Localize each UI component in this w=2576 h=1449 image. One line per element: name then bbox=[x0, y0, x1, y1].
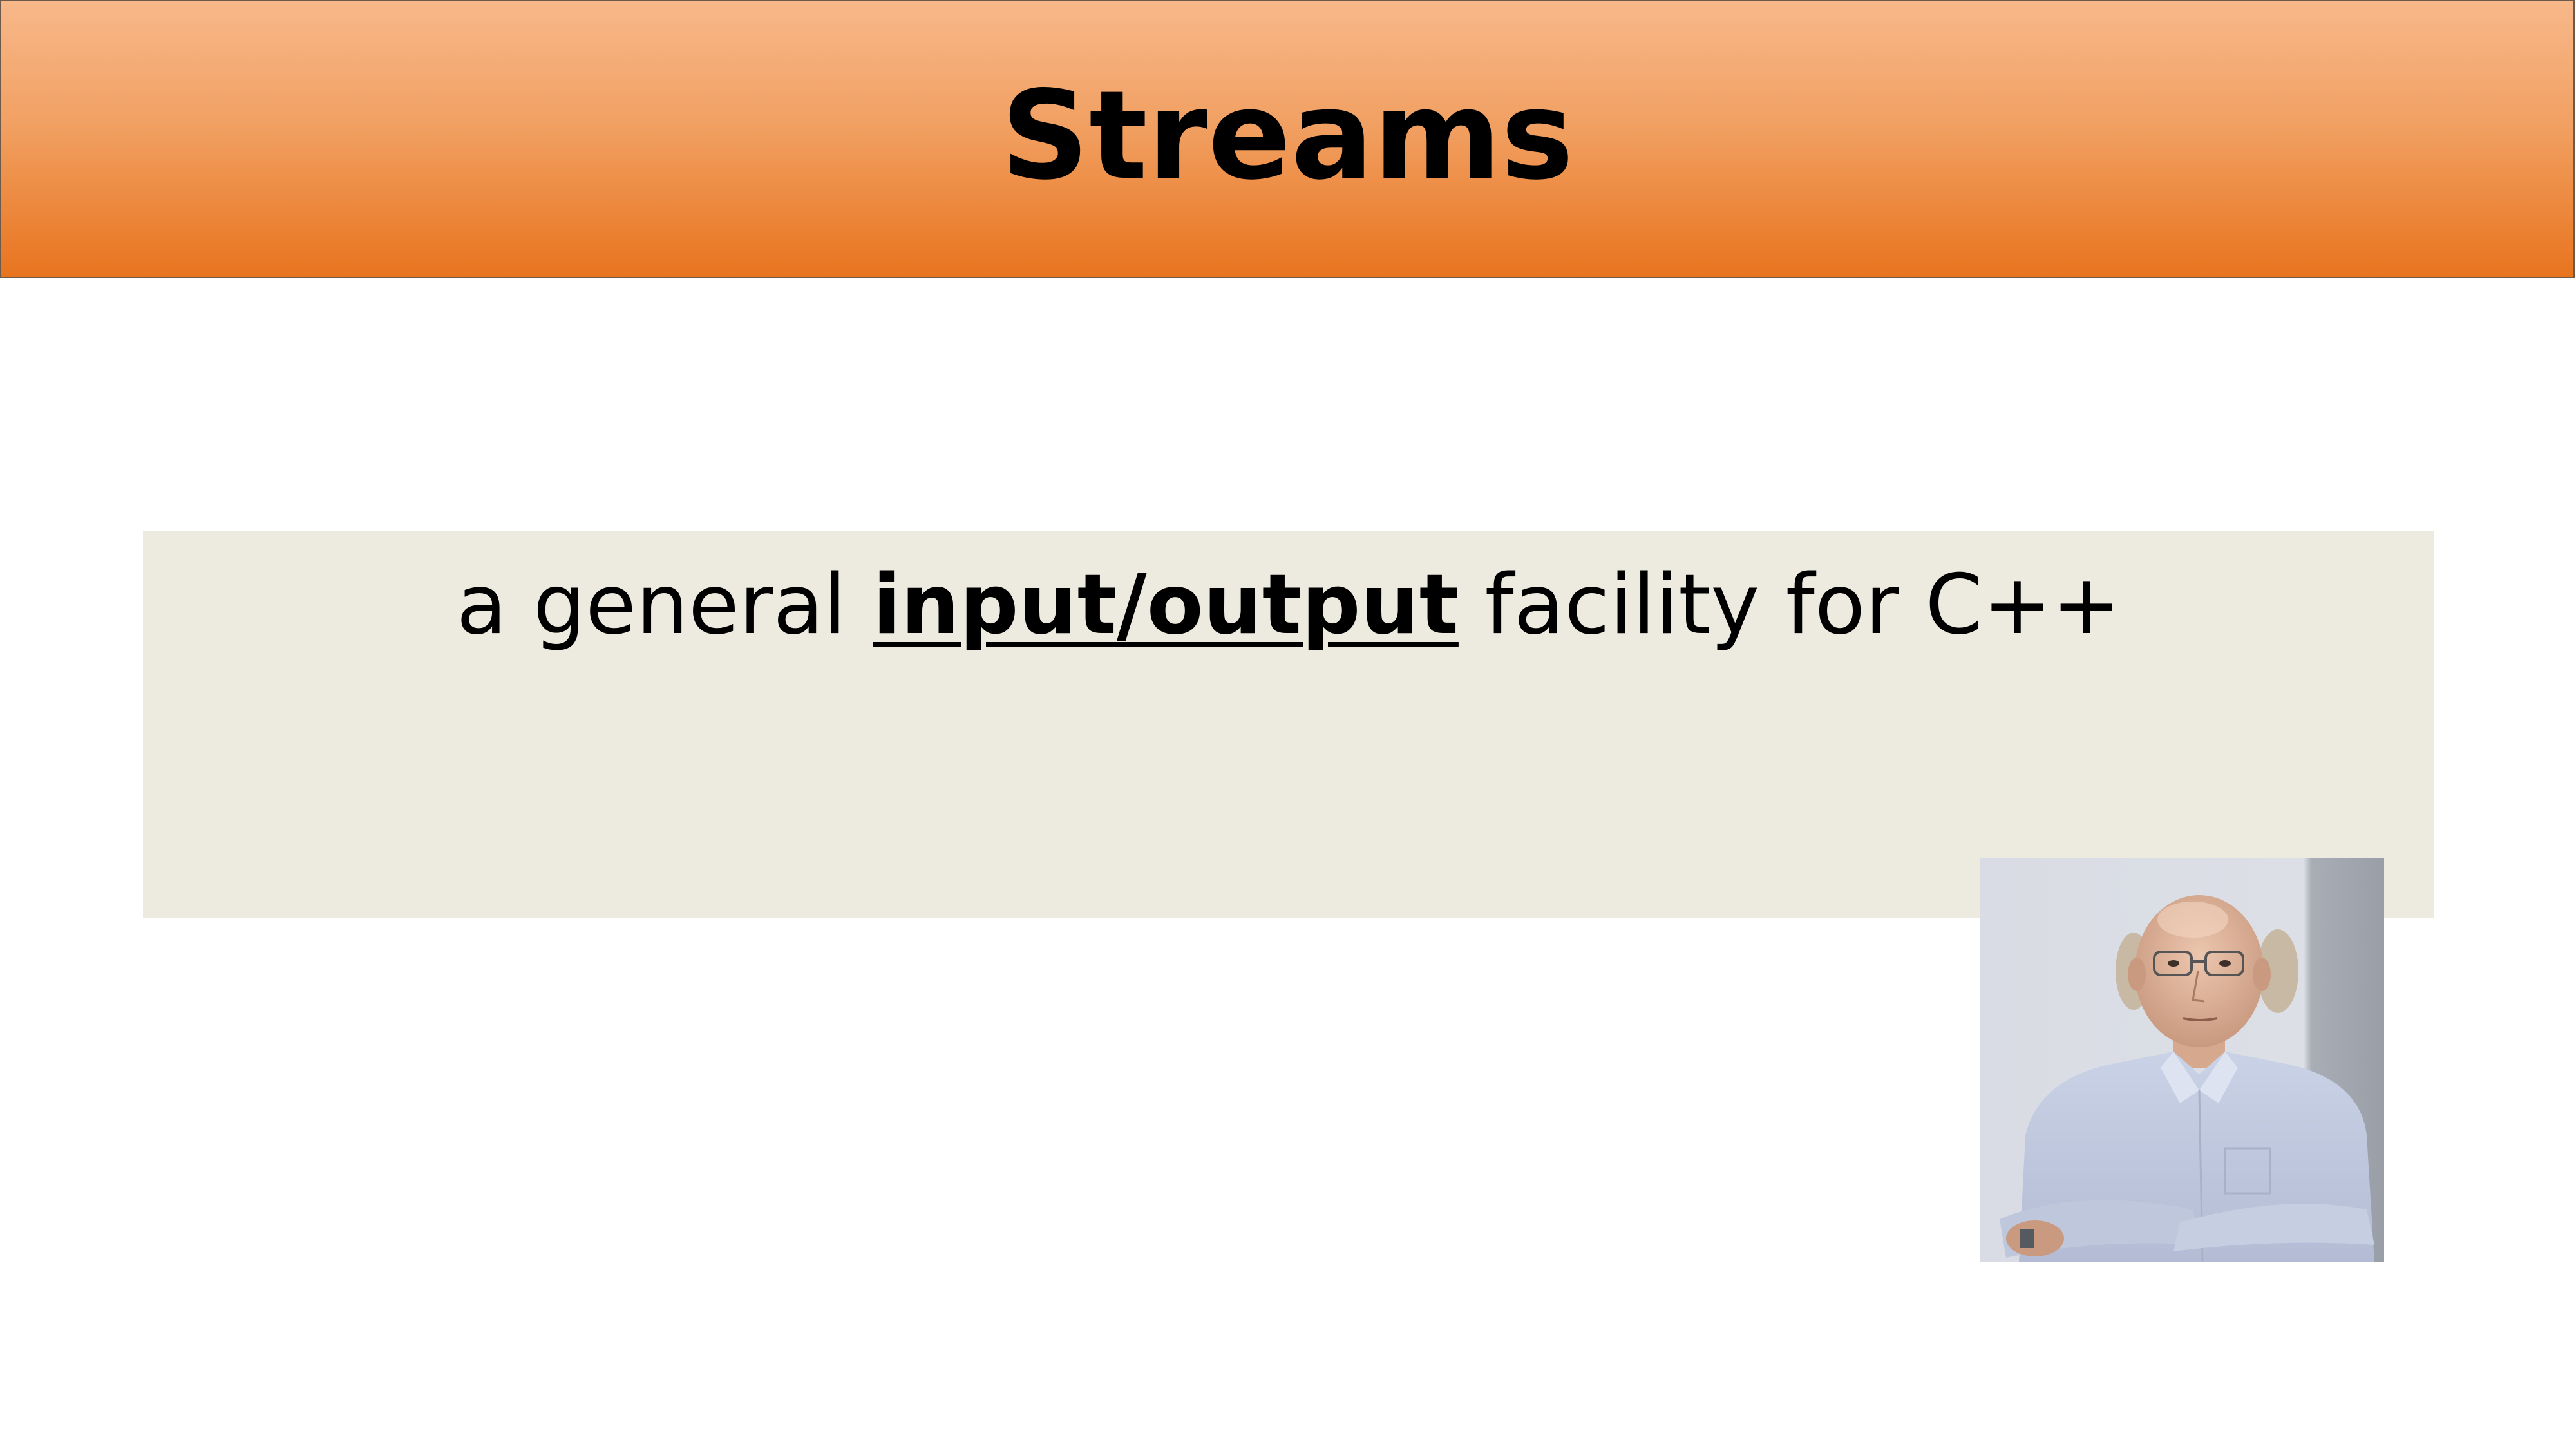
slide-title: Streams bbox=[1001, 64, 1574, 207]
body-emphasis: input/output bbox=[873, 557, 1459, 653]
body-suffix: facility for C++ bbox=[1458, 557, 2121, 653]
body-text: a general input/output facility for C++ bbox=[143, 557, 2434, 653]
portrait-image bbox=[1980, 858, 2384, 1262]
slide: Streams a general input/output facility … bbox=[0, 0, 2576, 1449]
body-prefix: a general bbox=[456, 557, 873, 653]
title-bar: Streams bbox=[0, 0, 2575, 278]
